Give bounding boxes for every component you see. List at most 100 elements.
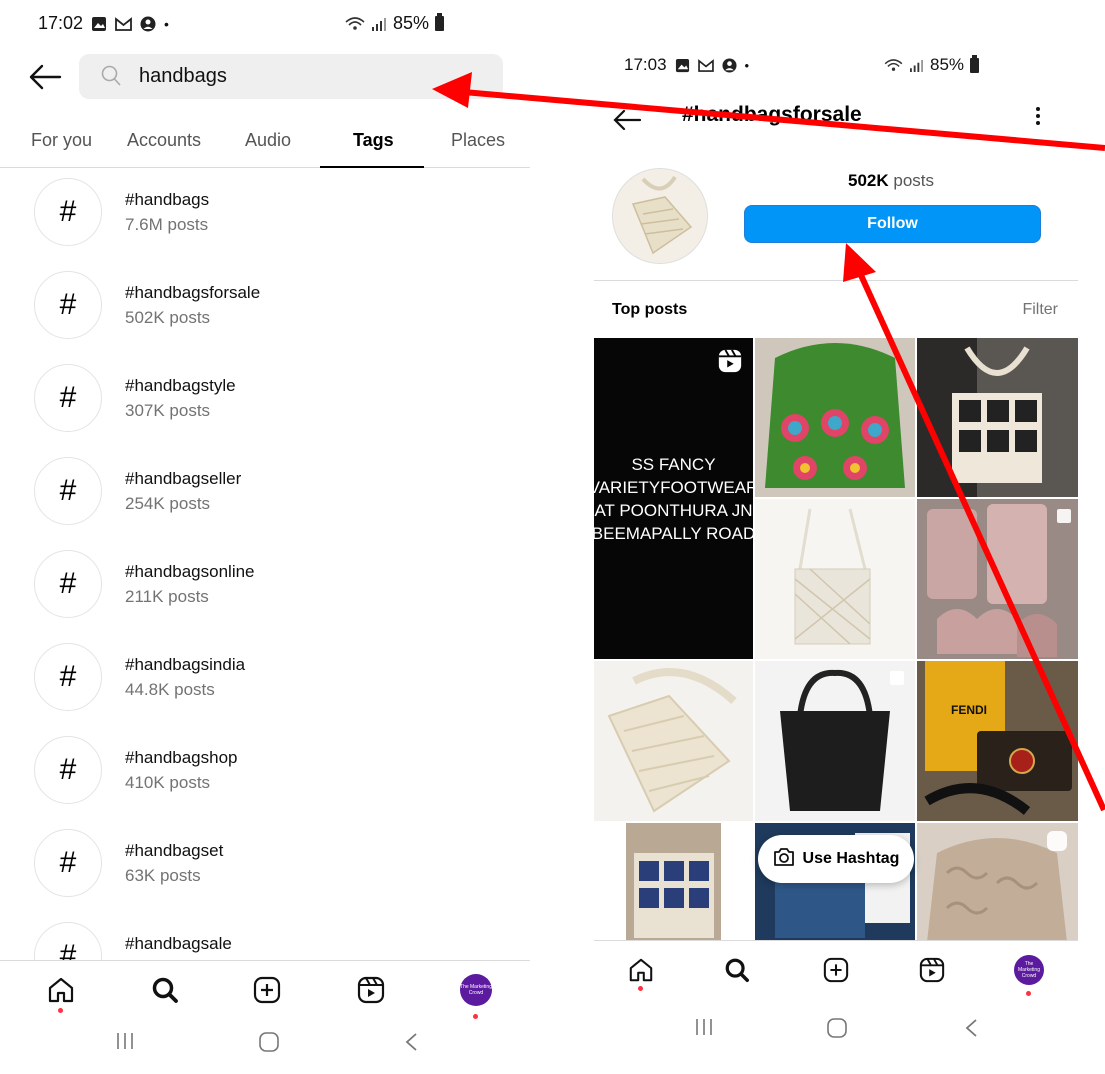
back-system-icon[interactable] [964, 1018, 978, 1043]
recent-apps-icon[interactable] [115, 1032, 135, 1055]
post-reel-text[interactable]: SS FANCY VARIETYFOOTWEAR AT POONTHURA JN… [594, 338, 753, 659]
post-crochet-bag-blue[interactable] [594, 823, 753, 942]
gallery-notification-icon [675, 58, 690, 73]
left-phone-screen: 17:02 • 85% handbags For you Accounts Au… [0, 0, 530, 1074]
page-title: #handbagsforsale [682, 103, 862, 126]
hashtag-icon: # [34, 178, 102, 246]
tag-count: 410K posts [125, 773, 211, 792]
tag-count: 502K posts [125, 308, 211, 327]
posts-count-line: 502K posts [848, 171, 934, 191]
tag-count: 7.6M posts [125, 215, 209, 234]
post-black-leather-tote[interactable] [755, 661, 915, 821]
account-notification-icon [722, 57, 737, 73]
tag-result-handbagsindia[interactable]: # #handbagsindia 44.8K posts [34, 643, 504, 713]
post-pink-luggage-set[interactable] [917, 499, 1078, 659]
reel-caption: SS FANCY VARIETYFOOTWEAR AT POONTHURA JN… [594, 453, 753, 545]
battery-percent: 85% [930, 55, 965, 74]
tag-name: #handbagsonline [125, 562, 255, 581]
post-cream-macrame-bag[interactable] [594, 661, 753, 821]
search-input[interactable]: handbags [79, 54, 503, 99]
use-hashtag-button[interactable]: Use Hashtag [758, 835, 914, 883]
reels-icon[interactable] [915, 953, 949, 987]
bottom-nav: The Marketing Crowd [594, 940, 1078, 996]
profile-avatar[interactable]: The Marketing Crowd [459, 973, 493, 1007]
battery-percent: 85% [393, 13, 430, 33]
home-system-icon[interactable] [258, 1032, 280, 1057]
reels-icon[interactable] [354, 973, 388, 1007]
tag-name: #handbagset [125, 841, 224, 860]
hashtag-icon: # [34, 643, 102, 711]
hashtag-icon: # [34, 457, 102, 525]
recent-apps-icon[interactable] [694, 1018, 714, 1041]
home-notification-dot [58, 1008, 63, 1013]
tag-count: 44.8K posts [125, 680, 215, 699]
reel-line: VARIETYFOOTWEAR [594, 478, 753, 497]
tab-places[interactable]: Places [451, 130, 505, 151]
avatar: The Marketing Crowd [1014, 955, 1044, 985]
post-knit-bag-reel[interactable] [917, 823, 1078, 942]
status-time: 17:02 [38, 13, 84, 33]
fendi-label: FENDI [951, 703, 987, 717]
tag-count: 307K posts [125, 401, 211, 420]
tab-audio[interactable]: Audio [245, 130, 291, 151]
home-system-icon[interactable] [826, 1018, 848, 1043]
gallery-notification-icon [91, 16, 107, 32]
tag-result-handbagstyle[interactable]: # #handbagstyle 307K posts [34, 364, 504, 434]
hashtag-icon: # [34, 364, 102, 432]
hashtag-icon: # [34, 271, 102, 339]
reel-line: AT POONTHURA JN [594, 501, 753, 520]
search-icon [101, 65, 121, 92]
tag-name: #handbagstyle [125, 376, 236, 395]
hashtag-icon: # [34, 922, 102, 960]
post-granny-square-tote[interactable] [917, 338, 1078, 497]
home-icon[interactable] [624, 953, 658, 987]
create-post-icon[interactable] [819, 953, 853, 987]
tag-result-handbagsale[interactable]: # #handbagsale [34, 922, 504, 960]
search-query: handbags [139, 65, 227, 87]
back-arrow-icon[interactable] [28, 62, 62, 92]
signal-icon [909, 59, 924, 72]
search-nav-icon[interactable] [148, 973, 182, 1007]
profile-avatar[interactable]: The Marketing Crowd [1012, 953, 1046, 987]
reel-line: SS FANCY [631, 455, 716, 474]
divider [594, 280, 1078, 281]
post-white-beaded-bag[interactable] [755, 499, 915, 659]
tab-accounts[interactable]: Accounts [127, 130, 201, 151]
tag-result-handbagseller[interactable]: # #handbagseller 254K posts [34, 457, 504, 527]
search-nav-icon[interactable] [720, 953, 754, 987]
wifi-icon [884, 58, 903, 72]
status-bar: 17:02 • 85% [0, 0, 530, 44]
tag-name: #handbagshop [125, 748, 238, 767]
more-notifications-dot: • [744, 57, 750, 73]
system-nav-bar [594, 1000, 1078, 1060]
more-notifications-dot: • [164, 15, 169, 32]
tag-result-handbagsonline[interactable]: # #handbagsonline 211K posts [34, 550, 504, 620]
tag-result-handbags[interactable]: # #handbags 7.6M posts [34, 178, 504, 248]
top-posts-heading: Top posts [612, 301, 688, 318]
tab-tags[interactable]: Tags [353, 130, 394, 151]
active-tab-indicator [320, 166, 424, 168]
filter-button[interactable]: Filter [1022, 301, 1058, 319]
hashtag-icon: # [34, 550, 102, 618]
tag-name: #handbagsforsale [125, 283, 261, 302]
tag-result-handbagshop[interactable]: # #handbagshop 410K posts [34, 736, 504, 806]
back-arrow-icon[interactable] [612, 108, 642, 137]
more-options-icon[interactable] [1028, 104, 1048, 128]
create-post-icon[interactable] [250, 973, 284, 1007]
back-system-icon[interactable] [404, 1032, 418, 1057]
post-green-crochet-bag[interactable] [755, 338, 915, 497]
tag-name: #handbagseller [125, 469, 242, 488]
battery-icon [970, 54, 980, 73]
use-hashtag-label: Use Hashtag [802, 850, 900, 867]
post-fendi-bag[interactable]: FENDI [917, 661, 1078, 821]
home-icon[interactable] [44, 973, 78, 1007]
tab-for-you[interactable]: For you [31, 130, 92, 151]
tag-count: 254K posts [125, 494, 211, 513]
tag-result-handbagsforsale[interactable]: # #handbagsforsale 502K posts [34, 271, 504, 341]
hashtag-header: #handbagsforsale [594, 98, 1078, 138]
system-nav-bar [0, 1014, 530, 1074]
status-time: 17:03 [624, 55, 667, 74]
follow-button[interactable]: Follow [744, 205, 1041, 243]
tag-result-handbagset[interactable]: # #handbagset 63K posts [34, 829, 504, 899]
reel-badge-icon [717, 348, 743, 379]
